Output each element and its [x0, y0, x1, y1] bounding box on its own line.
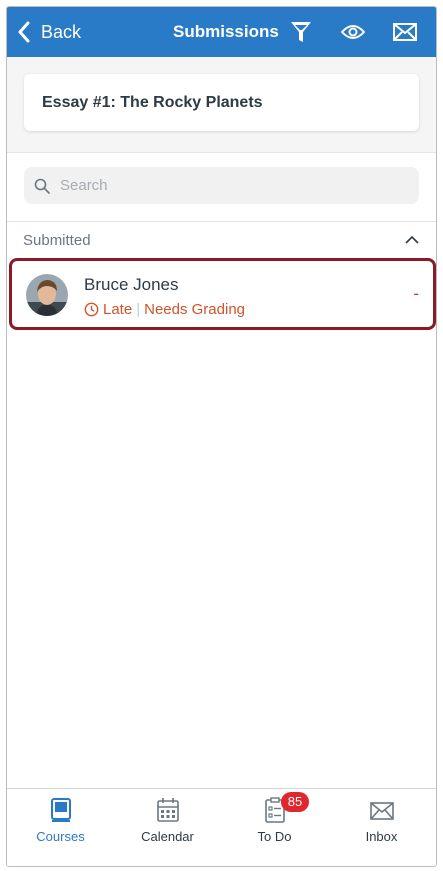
filter-icon[interactable] [289, 20, 313, 44]
section-label: Submitted [23, 231, 91, 249]
student-name: Bruce Jones [84, 275, 179, 294]
tab-todo[interactable]: 85 To Do [221, 789, 328, 866]
chevron-left-icon [18, 21, 30, 43]
late-status: Late [103, 301, 133, 318]
mail-icon[interactable] [393, 22, 417, 42]
search-icon [34, 178, 50, 194]
assignment-title-card: Essay #1: The Rocky Planets [24, 74, 419, 131]
app-frame: Back Submissions Essay #1: The Rocky Pla… [6, 6, 437, 867]
tab-inbox[interactable]: Inbox [328, 789, 435, 866]
page-title: Submissions [173, 22, 279, 41]
search-bar[interactable] [24, 167, 419, 204]
tab-todo-label: To Do [257, 829, 292, 844]
grading-status: Needs Grading [144, 301, 246, 318]
assignment-header: Essay #1: The Rocky Planets [7, 57, 436, 153]
search-input[interactable] [60, 177, 400, 194]
back-button[interactable]: Back [17, 7, 81, 57]
tab-bar: Courses Calendar 85 To Do Inbox [7, 788, 436, 866]
submission-row[interactable]: Bruce Jones Late | Needs Grading - [9, 258, 436, 330]
status-separator: | [136, 301, 141, 318]
eye-icon[interactable] [341, 22, 365, 42]
back-label: Back [41, 21, 82, 42]
chevron-up-icon[interactable] [404, 235, 420, 245]
courses-icon [50, 797, 72, 823]
todo-badge: 85 [281, 792, 309, 812]
section-header-submitted[interactable]: Submitted [7, 222, 436, 258]
tab-calendar-label: Calendar [141, 829, 194, 844]
submission-status: Late | Needs Grading [84, 301, 245, 318]
tab-courses-label: Courses [36, 829, 85, 844]
grade-value: - [413, 284, 419, 303]
tab-courses[interactable]: Courses [7, 789, 114, 866]
nav-header: Back Submissions [7, 7, 436, 57]
tab-inbox-label: Inbox [365, 829, 398, 844]
student-avatar [26, 274, 68, 316]
calendar-icon [156, 797, 180, 823]
inbox-icon [369, 797, 395, 823]
tab-calendar[interactable]: Calendar [114, 789, 221, 866]
clock-icon [84, 302, 99, 317]
